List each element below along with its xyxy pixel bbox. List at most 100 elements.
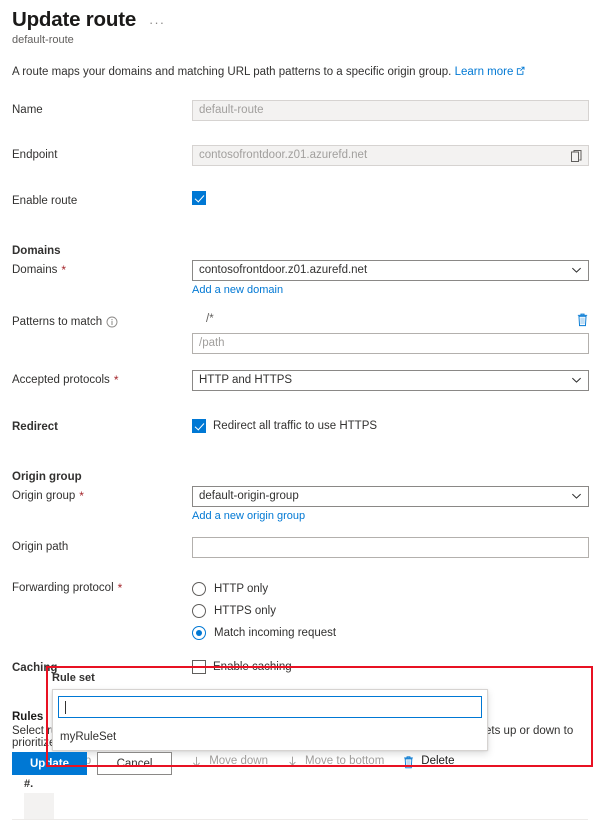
name-control: default-route [192, 99, 589, 121]
origin-path-input[interactable] [192, 536, 589, 558]
radio-label-https-only: HTTPS only [214, 604, 276, 617]
redirect-control: Redirect all traffic to use HTTPS [192, 417, 588, 433]
enable-route-control [192, 190, 588, 205]
chevron-down-icon [571, 491, 582, 502]
name-input: default-route [192, 99, 589, 121]
chevron-down-icon [571, 265, 582, 276]
pattern-row: /* [192, 312, 589, 327]
delete-pattern-icon[interactable] [576, 312, 589, 327]
page-header: Update route ··· default-route [0, 0, 600, 46]
required-marker: * [79, 488, 84, 503]
origin-group-value: default-origin-group [199, 490, 299, 503]
radio-http-only[interactable] [192, 581, 206, 596]
origin-group-label-text: Origin group [12, 489, 76, 502]
enable-caching-label: Enable caching [213, 660, 292, 673]
accepted-protocols-dropdown[interactable]: HTTP and HTTPS [192, 369, 589, 391]
learn-more-link[interactable]: Learn more [455, 66, 514, 78]
caching-checkbox-row[interactable]: Enable caching [192, 658, 588, 674]
redirect-label: Redirect [12, 420, 59, 433]
add-origin-group-link-wrap: Add a new origin group [192, 510, 589, 522]
title-row: Update route ··· [12, 8, 588, 32]
forwarding-protocol-control: HTTP only HTTPS only Match incoming requ… [192, 578, 588, 644]
copy-icon[interactable] [570, 149, 584, 163]
caching-control: Enable caching [192, 658, 588, 674]
origin-group-control: default-origin-group Add a new origin gr… [192, 485, 589, 522]
domains-control: contosofrontdoor.z01.azurefd.net Add a n… [192, 259, 589, 296]
enable-route-label: Enable route [12, 194, 78, 207]
name-label: Name [12, 103, 43, 116]
accepted-protocols-label-text: Accepted protocols [12, 373, 110, 386]
field-row-origin-group: Origin group * default-origin-group Add … [0, 485, 600, 522]
endpoint-input: contosofrontdoor.z01.azurefd.net [192, 144, 589, 166]
row-number-cell [24, 792, 54, 819]
external-link-icon [516, 66, 525, 75]
field-row-name: Name default-route [0, 99, 600, 126]
info-icon[interactable] [106, 316, 118, 328]
origin-path-label: Origin path [12, 540, 69, 553]
name-input-value: default-route [199, 104, 264, 117]
field-row-accepted-protocols: Accepted protocols * HTTP and HTTPS [0, 369, 600, 396]
domains-label: Domains * [12, 260, 192, 276]
table-divider [12, 818, 588, 820]
table-row[interactable] [0, 792, 600, 819]
origin-group-label: Origin group * [12, 486, 192, 502]
endpoint-label: Endpoint [12, 148, 58, 161]
pattern-value: /* [206, 313, 214, 326]
radio-label-http-only: HTTP only [214, 582, 269, 595]
intro-description: A route maps your domains and matching U… [12, 65, 452, 78]
domains-dropdown-value: contosofrontdoor.z01.azurefd.net [199, 264, 368, 277]
ruleset-dropdown-panel: myRuleSet [52, 689, 488, 751]
pattern-input[interactable]: /path [192, 332, 589, 354]
pattern-input-placeholder: /path [199, 337, 225, 350]
ruleset-column-label: Rule set [52, 672, 95, 684]
intro-text: A route maps your domains and matching U… [12, 66, 588, 78]
field-row-forwarding-protocol: Forwarding protocol * HTTP only HTTPS on… [0, 578, 600, 644]
redirect-checkbox-label: Redirect all traffic to use HTTPS [213, 419, 378, 432]
page-subtitle: default-route [12, 33, 74, 46]
field-row-patterns: Patterns to match /* /path [0, 312, 600, 354]
caching-label: Caching [12, 661, 58, 674]
radio-label-match-incoming-request: Match incoming request [214, 626, 337, 639]
redirect-checkbox-row[interactable]: Redirect all traffic to use HTTPS [192, 417, 588, 433]
domains-section-title: Domains [12, 244, 61, 257]
domains-label-text: Domains [12, 263, 58, 276]
text-caret [65, 700, 66, 714]
radio-option-http-only[interactable]: HTTP only [192, 578, 588, 600]
field-row-origin-path: Origin path [0, 536, 600, 563]
update-button[interactable]: Update [12, 752, 87, 775]
field-row-domains: Domains * contosofrontdoor.z01.azurefd.n… [0, 259, 600, 296]
cancel-button[interactable]: Cancel [97, 752, 172, 775]
add-domain-link-wrap: Add a new domain [192, 284, 589, 296]
endpoint-input-value: contosofrontdoor.z01.azurefd.net [199, 149, 368, 162]
radio-option-match-incoming-request[interactable]: Match incoming request [192, 622, 588, 644]
action-bar: Update Cancel [0, 746, 600, 783]
endpoint-control: contosofrontdoor.z01.azurefd.net [192, 144, 589, 166]
enable-route-checkbox[interactable] [192, 190, 206, 205]
chevron-down-icon [571, 375, 582, 386]
accepted-protocols-value: HTTP and HTTPS [199, 374, 293, 387]
more-options-button[interactable]: ··· [146, 13, 168, 32]
add-new-origin-group-link[interactable]: Add a new origin group [192, 510, 305, 522]
origin-group-dropdown[interactable]: default-origin-group [192, 485, 589, 507]
ruleset-search-input[interactable] [58, 696, 482, 718]
patterns-label: Patterns to match [12, 312, 192, 328]
required-marker: * [113, 372, 119, 387]
radio-option-https-only[interactable]: HTTPS only [192, 600, 588, 622]
domains-dropdown[interactable]: contosofrontdoor.z01.azurefd.net [192, 259, 589, 281]
patterns-label-text: Patterns to match [12, 315, 103, 328]
accepted-protocols-control: HTTP and HTTPS [192, 369, 589, 391]
accepted-protocols-label: Accepted protocols * [12, 370, 192, 386]
enable-caching-checkbox[interactable] [192, 659, 206, 674]
radio-match-incoming-request[interactable] [192, 625, 206, 640]
origin-path-control [192, 536, 589, 558]
patterns-control: /* /path [192, 312, 589, 354]
required-marker: * [117, 580, 123, 595]
field-row-enable-route: Enable route [0, 190, 600, 217]
forwarding-protocol-label-text: Forwarding protocol [12, 581, 114, 594]
radio-https-only[interactable] [192, 603, 206, 618]
forwarding-protocol-label: Forwarding protocol * [12, 578, 192, 594]
add-new-domain-link[interactable]: Add a new domain [192, 284, 283, 296]
origin-group-section-title: Origin group [12, 470, 82, 483]
page-title: Update route [12, 8, 137, 31]
redirect-checkbox[interactable] [192, 418, 206, 433]
